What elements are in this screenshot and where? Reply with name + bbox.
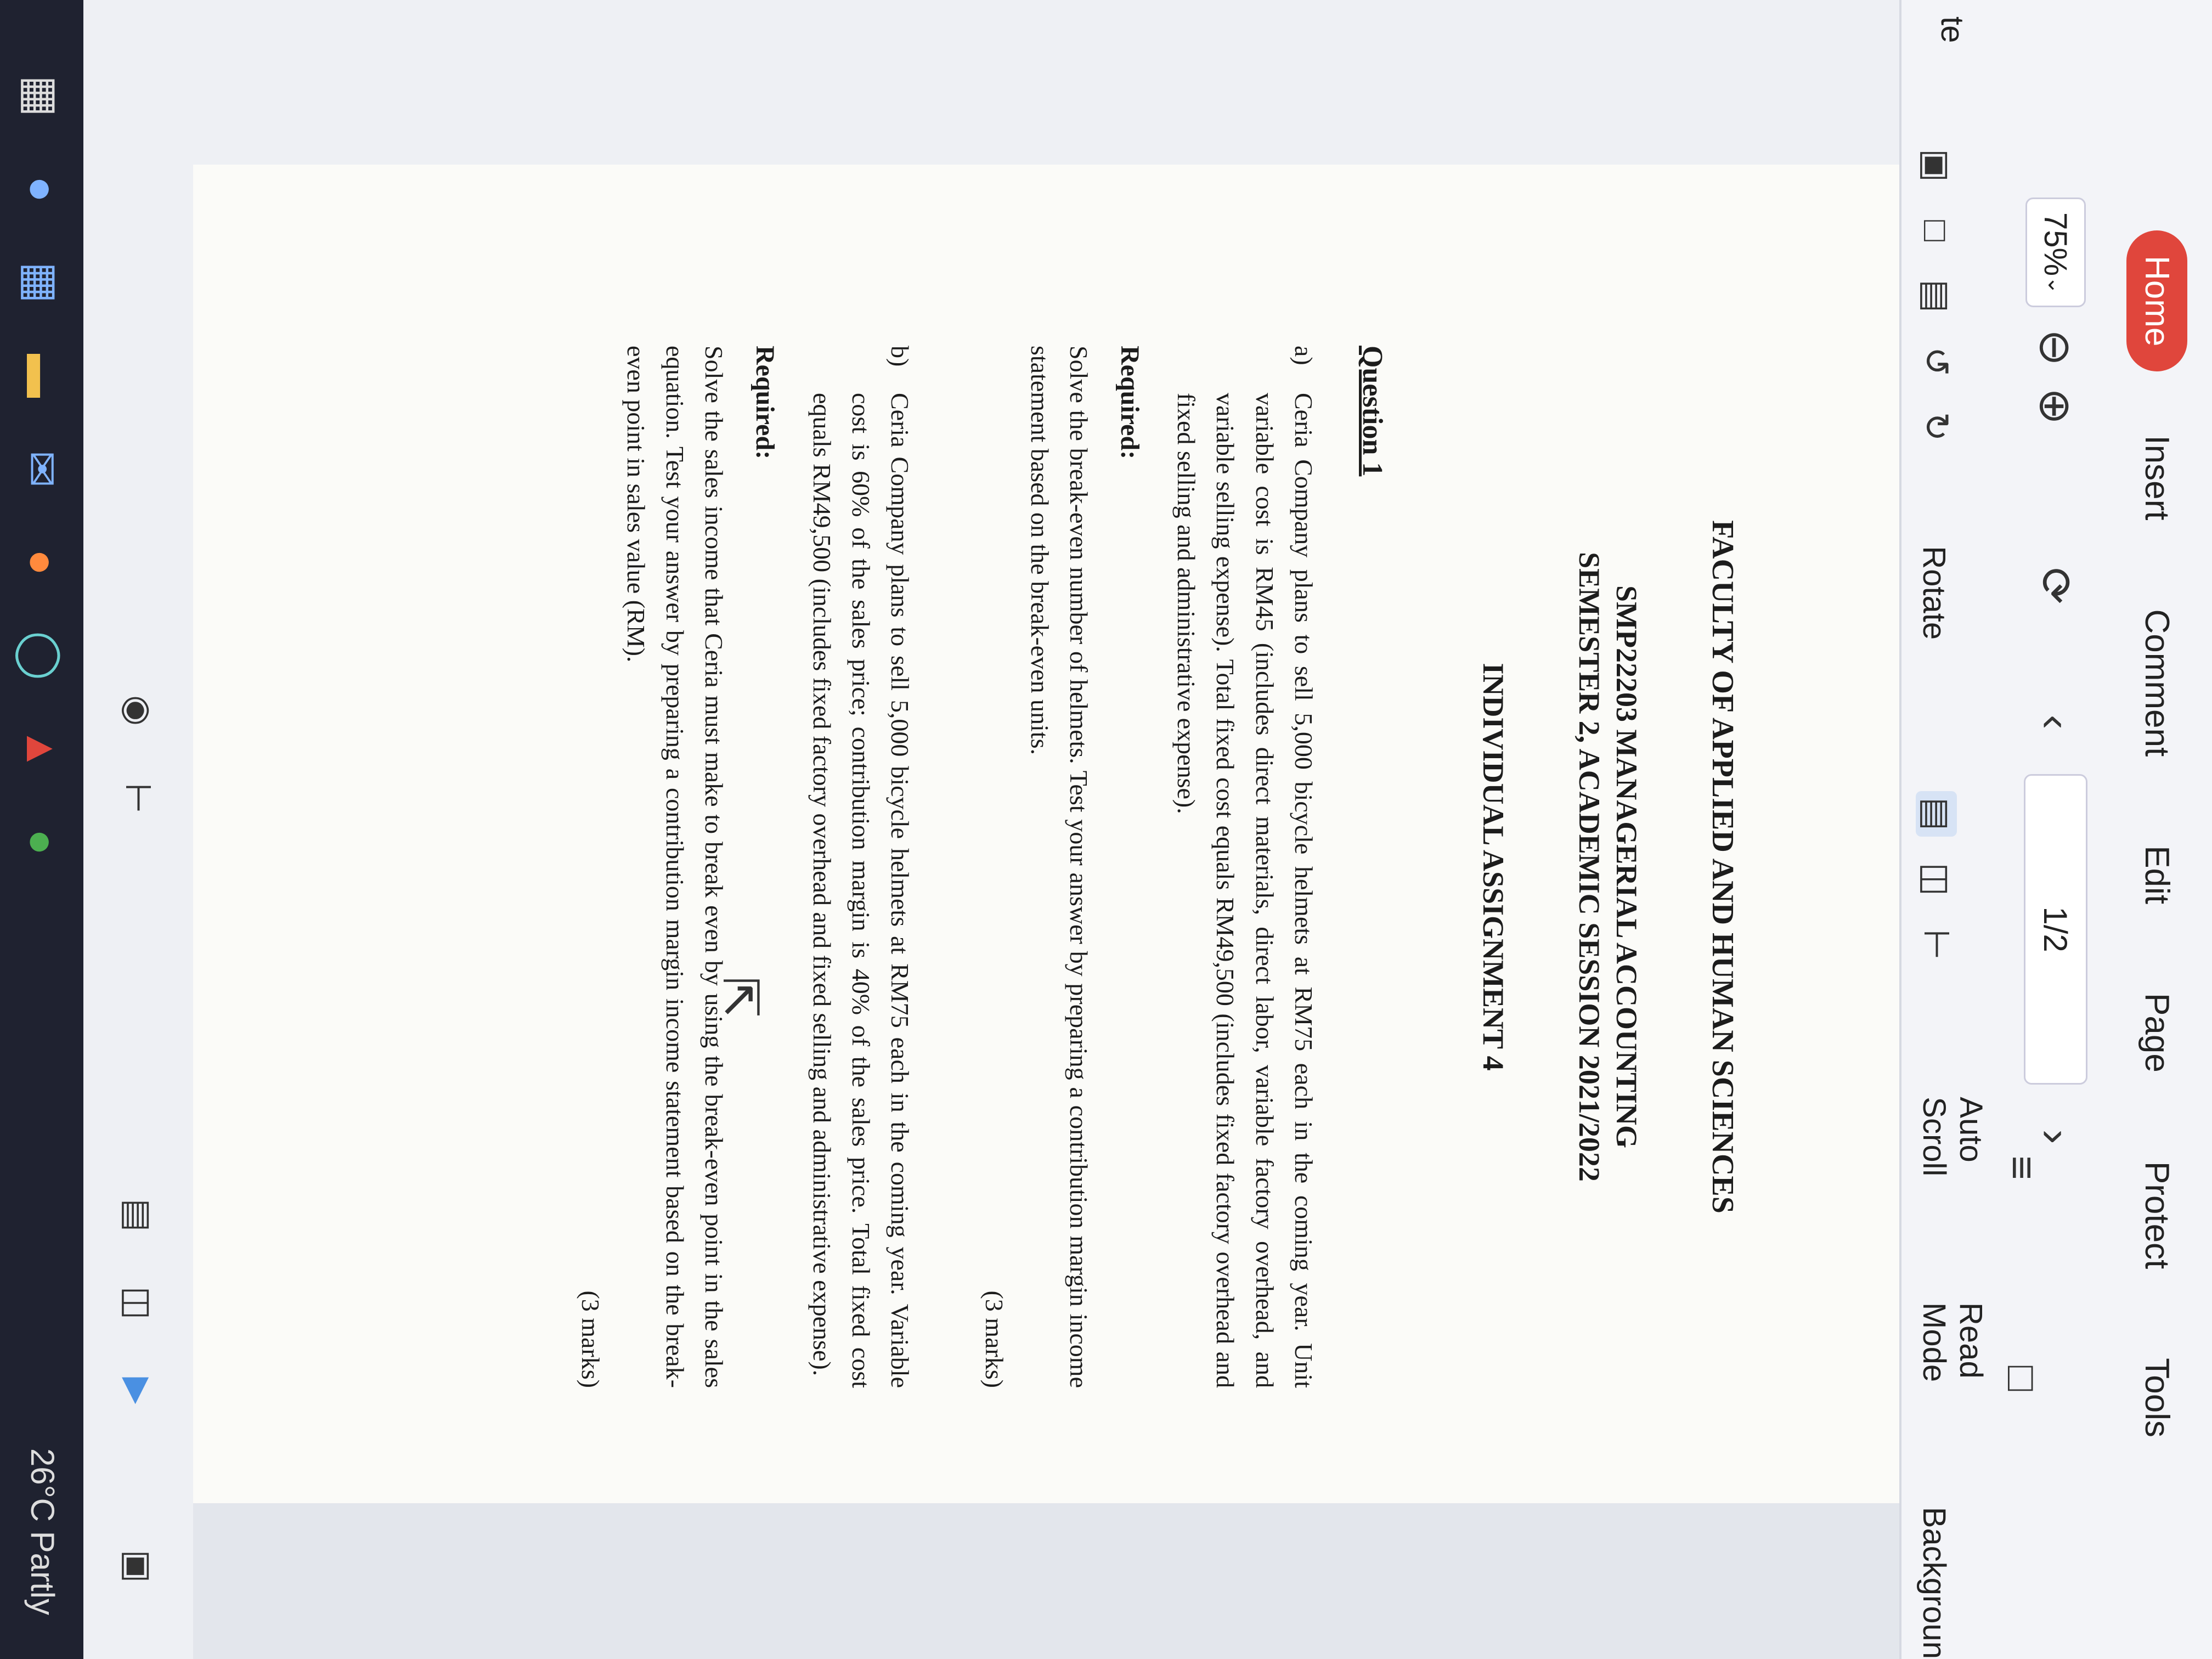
taskbar: ▦ ● ▦ ▬ ✉ ● ◯ ▲ ● — [0, 0, 83, 1659]
zoom-value: 75% — [2038, 212, 2074, 276]
fit-width-icon[interactable]: ▤ — [1916, 273, 1957, 319]
menu-protect[interactable]: Protect — [2127, 1136, 2188, 1294]
actual-size-icon[interactable]: ▣ — [1916, 143, 1957, 188]
question-b-required-text: Solve the sales income that Ceria must m… — [622, 346, 729, 1388]
single-view-icon[interactable]: ▤ — [118, 1190, 159, 1240]
zoom-in-icon[interactable]: ⊕ — [2025, 388, 2086, 425]
fit-page-icon[interactable]: □ — [1916, 208, 1956, 253]
file-explorer-icon[interactable]: ▬ — [16, 346, 67, 406]
zoom-select[interactable]: 75% ⌄ — [2025, 198, 2086, 307]
question-b-label: b) — [886, 346, 915, 367]
double-page-icon[interactable]: ◫ — [1916, 856, 1957, 902]
question-a-required: Required: — [1115, 346, 1144, 460]
question-b: b) Ceria Company plans to sell 5,000 bic… — [802, 346, 919, 1388]
rotate-left-icon[interactable]: ↺ — [1916, 338, 1957, 384]
mail-icon[interactable]: ✉ — [16, 439, 67, 499]
faculty-heading: FACULTY OF APPLIED AND HUMAN SCIENCES — [1706, 520, 1740, 1214]
rotate-label: Rotate — [1916, 546, 1952, 640]
question-a: a) Ceria Company plans to sell 5,000 bic… — [1167, 346, 1323, 1388]
menu-home[interactable]: Home — [2126, 230, 2188, 372]
menu-page[interactable]: Page — [2127, 968, 2188, 1098]
document-page: FACULTY OF APPLIED AND HUMAN SCIENCES SM… — [0, 165, 1899, 1503]
windows-store-icon[interactable]: ▦ — [16, 252, 67, 313]
eye-protect-icon[interactable]: ◉ — [118, 686, 159, 735]
menu-edit[interactable]: Edit — [2127, 820, 2188, 929]
chevron-down-icon: ⌄ — [2044, 276, 2068, 295]
mouse-cursor-icon: ⇱ — [713, 977, 767, 1018]
continuous-view-icon[interactable]: ⊢ — [118, 774, 159, 823]
chevron-left-icon[interactable]: ‹ — [2025, 692, 2086, 752]
page-navigation: ‹ 1/2 › — [2024, 692, 2087, 1167]
course-heading: SMP22203 MANAGERIAL ACCOUNTING — [1610, 585, 1643, 1149]
read-mode-label: Read Mode — [1916, 1302, 1989, 1383]
play-icon[interactable]: ▶ — [118, 1366, 159, 1415]
menu-tools[interactable]: Tools — [2127, 1333, 2188, 1463]
menu-bar: Home Insert Comment Edit Page Protect To… — [2102, 0, 2212, 1659]
menu-insert[interactable]: Insert — [2127, 410, 2188, 545]
rotate-right-icon[interactable]: ↻ — [1916, 404, 1957, 449]
cut-off-label: te — [1934, 16, 1970, 43]
book-icon: □ — [1999, 1365, 2046, 1391]
question-a-text: Ceria Company plans to sell 5,000 bicycl… — [1172, 393, 1318, 1388]
menu-comment[interactable]: Comment — [2127, 584, 2188, 782]
auto-scroll-icon: ≡ — [1999, 1155, 2046, 1180]
firefox-icon[interactable]: ● — [16, 532, 67, 592]
question-title: Question 1 — [1357, 346, 1388, 477]
question-a-required-text: Solve the break-even number of helmets. … — [1025, 346, 1093, 1388]
question-b-required: Required: — [751, 346, 780, 460]
question-b-text: Ceria Company plans to sell 5,000 bicycl… — [808, 393, 915, 1388]
screen: Home Insert Comment Edit Page Protect To… — [0, 0, 2212, 1659]
question-a-label: a) — [1290, 346, 1318, 365]
auto-scroll-label: Auto Scroll — [1916, 1097, 1989, 1177]
document-content: FACULTY OF APPLIED AND HUMAN SCIENCES SM… — [516, 346, 1740, 1388]
read-mode-button[interactable]: □ Read Mode — [1916, 1302, 2050, 1454]
question-a-marks: (3 marks) — [980, 1290, 1009, 1388]
rotate-page-icon[interactable]: ⟳ — [2025, 567, 2086, 604]
continuous-page-icon[interactable]: ⊢ — [1916, 922, 1957, 967]
page-indicator[interactable]: 1/2 — [2024, 774, 2087, 1085]
double-view-icon[interactable]: ◫ — [118, 1278, 159, 1328]
right-panel — [0, 1481, 1899, 1659]
toolbar-row-2: ▣ □ ▤ ↺ ↻ Rotate ▤ ◫ ⊢ ≡ Auto Scroll □ R… — [1899, 0, 2046, 1659]
background-label: Backgroun — [1916, 1506, 1952, 1659]
actual-size-status-icon[interactable]: ▣ — [118, 1542, 159, 1591]
zoom-out-icon[interactable]: ⊖ — [2025, 329, 2086, 366]
rotate-button[interactable]: Rotate — [1916, 546, 1953, 640]
task-view-icon[interactable]: ▦ — [16, 66, 67, 126]
status-bar: ◉ ⊢ ▤ ◫ ▶ ▣ — [83, 0, 193, 1659]
background-button[interactable]: Backgroun — [1916, 1507, 1953, 1659]
wps-icon[interactable]: ▲ — [16, 719, 67, 779]
chrome-icon[interactable]: ● — [16, 812, 67, 872]
edge-icon[interactable]: ● — [16, 159, 67, 219]
assignment-heading: INDIVIDUAL ASSIGNMENT 4 — [1477, 663, 1510, 1071]
weather-readout[interactable]: 26°C Partly — [24, 1448, 61, 1615]
single-page-icon[interactable]: ▤ — [1916, 791, 1957, 837]
photos-icon[interactable]: ◯ — [16, 625, 67, 686]
session-heading: SEMESTER 2, ACADEMIC SESSION 2021/2022 — [1573, 552, 1606, 1182]
question-b-marks: (3 marks) — [577, 1290, 605, 1388]
auto-scroll-button[interactable]: ≡ Auto Scroll — [1916, 1097, 2050, 1239]
